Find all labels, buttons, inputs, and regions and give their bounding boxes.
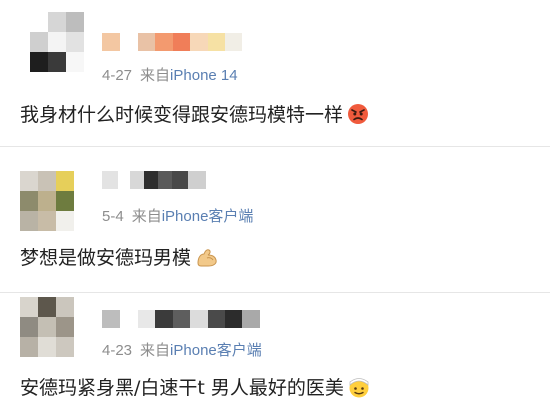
- comment-item: 5-4 来自iPhone客户端 梦想是做安德玛男模: [0, 147, 550, 293]
- face-with-head-bandage-emoji: [348, 376, 370, 403]
- comment-text: 我身材什么时候变得跟安德玛模特一样: [20, 100, 369, 130]
- angry-face-emoji: [347, 103, 369, 130]
- comment-date: 4-23: [102, 342, 133, 359]
- comment-body: 我身材什么时候变得跟安德玛模特一样: [20, 104, 344, 126]
- avatar[interactable]: [20, 171, 74, 231]
- avatar[interactable]: [30, 12, 84, 72]
- avatar[interactable]: [20, 297, 74, 357]
- username-blurred[interactable]: [102, 310, 260, 328]
- comment-text: 安德玛紧身黑/白速干t 男人最好的医美: [20, 373, 370, 403]
- comment-date: 5-4: [102, 208, 124, 225]
- source-prefix: 来自: [140, 67, 171, 84]
- comment-item: 4-27 来自iPhone 14 我身材什么时候变得跟安德玛模特一样: [0, 0, 550, 146]
- username-blurred[interactable]: [102, 171, 206, 189]
- comment-meta: 5-4 来自iPhone客户端: [102, 205, 253, 226]
- flexed-biceps-emoji: [195, 246, 219, 273]
- comment-body: 安德玛紧身黑/白速干t 男人最好的医美: [20, 377, 344, 399]
- source-prefix: 来自: [131, 208, 162, 225]
- comment-item: 4-23 来自iPhone客户端 安德玛紧身黑/白速干t 男人最好的医美: [0, 293, 550, 414]
- username-blurred[interactable]: [102, 33, 242, 51]
- source-device[interactable]: iPhone客户端: [170, 342, 262, 359]
- source-prefix: 来自: [140, 342, 171, 359]
- comment-date: 4-27: [102, 67, 133, 84]
- comment-text: 梦想是做安德玛男模: [20, 243, 219, 273]
- source-device[interactable]: iPhone 14: [170, 67, 238, 84]
- comment-meta: 4-23 来自iPhone客户端: [102, 339, 262, 360]
- comment-body: 梦想是做安德玛男模: [20, 247, 192, 269]
- source-device[interactable]: iPhone客户端: [162, 208, 254, 225]
- comment-meta: 4-27 来自iPhone 14: [102, 64, 238, 85]
